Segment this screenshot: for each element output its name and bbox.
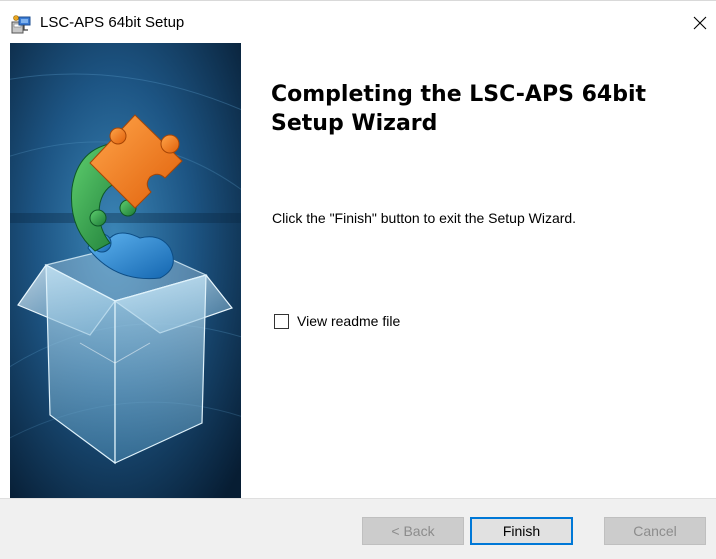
- window-title: LSC-APS 64bit Setup: [40, 14, 185, 31]
- banner-artwork: [10, 43, 241, 498]
- title-bar[interactable]: LSC-APS 64bit Setup: [0, 1, 716, 43]
- close-icon: [693, 16, 707, 30]
- readme-checkbox[interactable]: [274, 313, 289, 329]
- finish-button[interactable]: Finish: [470, 517, 573, 545]
- wizard-footer: < Back Finish Cancel: [0, 498, 716, 559]
- wizard-content: Completing the LSC-APS 64bit Setup Wizar…: [241, 43, 716, 498]
- readme-checkbox-row[interactable]: View readme file: [274, 313, 400, 329]
- instruction-text: Click the "Finish" button to exit the Se…: [272, 210, 577, 226]
- page-title: Completing the LSC-APS 64bit Setup Wizar…: [271, 82, 646, 136]
- back-button[interactable]: < Back: [362, 517, 464, 545]
- wizard-banner: [10, 43, 241, 498]
- installer-package-icon: [11, 15, 31, 34]
- close-button[interactable]: [686, 9, 714, 37]
- cancel-button[interactable]: Cancel: [604, 517, 706, 545]
- readme-checkbox-label[interactable]: View readme file: [297, 313, 400, 329]
- setup-window: LSC-APS 64bit Setup Completing the LSC-A…: [0, 0, 716, 559]
